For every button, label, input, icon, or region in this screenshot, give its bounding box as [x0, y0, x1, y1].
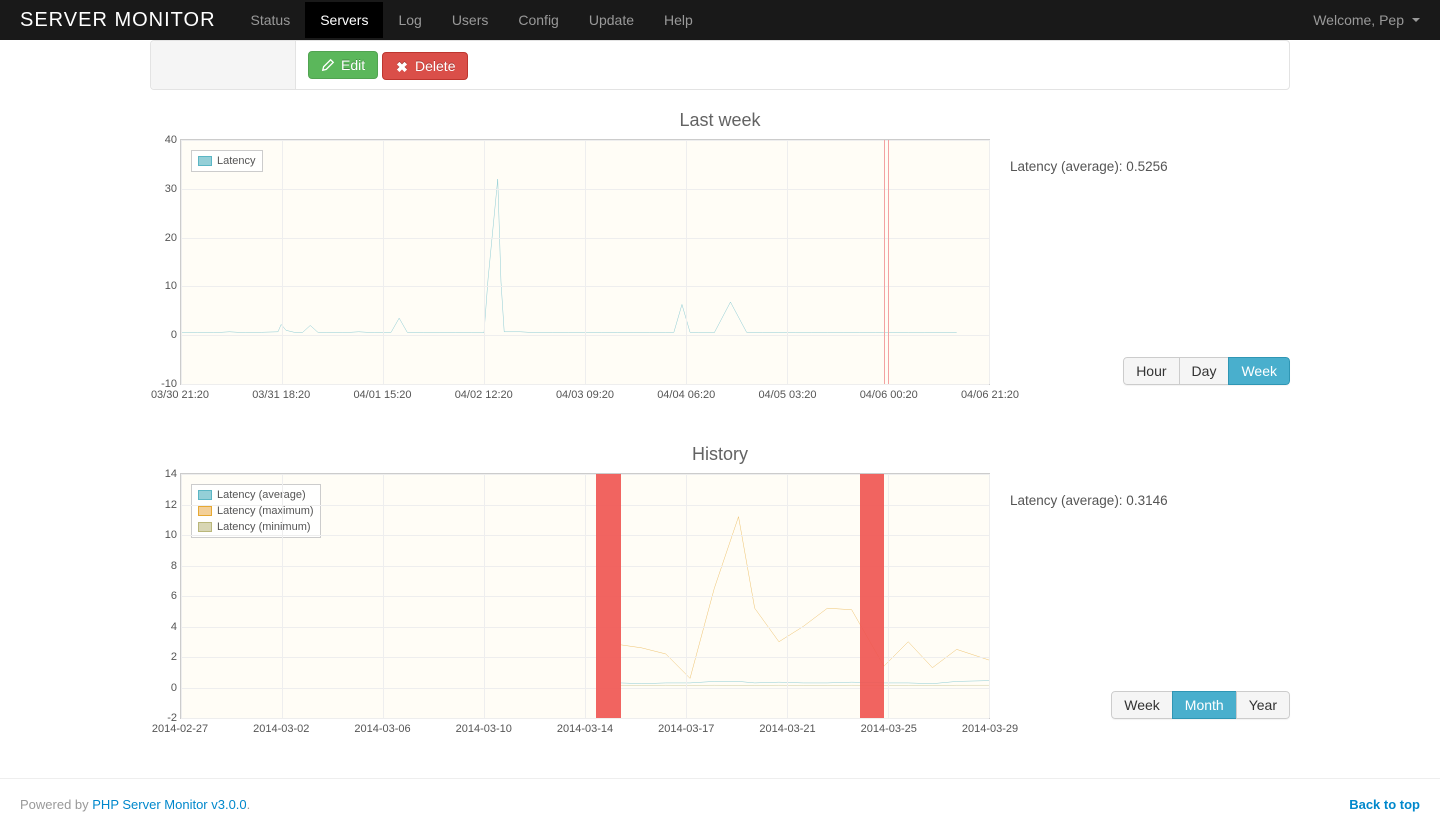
nav-item-status[interactable]: Status — [236, 2, 306, 38]
nav-item-users[interactable]: Users — [437, 2, 504, 38]
well-buttons: Edit ✖ Delete — [296, 41, 1289, 89]
week-chart: Last week -10010203040 Latency 03/30 21:… — [150, 110, 1290, 419]
navbar-left: SERVER MONITOR StatusServersLogUsersConf… — [20, 2, 708, 38]
nav-item-help[interactable]: Help — [649, 2, 708, 38]
range-hour[interactable]: Hour — [1123, 357, 1179, 385]
welcome-text: Welcome, Pep — [1313, 12, 1404, 28]
nav-item-update[interactable]: Update — [574, 2, 649, 38]
nav-items: StatusServersLogUsersConfigUpdateHelp — [236, 2, 708, 38]
range-month[interactable]: Month — [1172, 691, 1237, 719]
edit-button[interactable]: Edit — [308, 51, 378, 79]
nav-item-servers[interactable]: Servers — [305, 2, 383, 38]
range-week[interactable]: Week — [1111, 691, 1173, 719]
week-y-axis: -10010203040 — [153, 140, 181, 384]
week-x-axis: 03/30 21:2003/31 18:2004/01 15:2004/02 1… — [180, 389, 990, 405]
nav-item-log[interactable]: Log — [383, 2, 436, 38]
range-week[interactable]: Week — [1228, 357, 1290, 385]
week-chart-title: Last week — [150, 110, 1290, 131]
caret-icon — [1412, 18, 1420, 22]
delete-icon: ✖ — [395, 59, 409, 73]
history-latency-average: Latency (average): 0.3146 — [1010, 493, 1290, 508]
footer: Powered by PHP Server Monitor v3.0.0. Ba… — [0, 778, 1440, 830]
navbar: SERVER MONITOR StatusServersLogUsersConf… — [0, 0, 1440, 40]
edit-label: Edit — [341, 57, 365, 73]
user-menu[interactable]: Welcome, Pep — [1313, 12, 1420, 28]
history-range-group: WeekMonthYear — [1111, 691, 1290, 719]
main-container: Edit ✖ Delete Last week -10010203040 Lat… — [130, 40, 1310, 753]
history-x-axis: 2014-02-272014-03-022014-03-062014-03-10… — [180, 723, 990, 739]
nav-item-config[interactable]: Config — [503, 2, 573, 38]
history-chart-title: History — [150, 444, 1290, 465]
brand[interactable]: SERVER MONITOR — [20, 9, 216, 32]
history-chart: History -202468101214 Latency (average) … — [150, 444, 1290, 753]
history-plot-area[interactable]: -202468101214 Latency (average) Latency … — [180, 473, 990, 719]
edit-icon — [321, 58, 335, 72]
week-latency-average: Latency (average): 0.5256 — [1010, 159, 1290, 174]
history-y-axis: -202468101214 — [153, 474, 181, 718]
week-plot-area[interactable]: -10010203040 Latency — [180, 139, 990, 385]
well-left-spacer — [151, 41, 296, 89]
range-day[interactable]: Day — [1179, 357, 1230, 385]
delete-label: Delete — [415, 58, 455, 74]
action-well: Edit ✖ Delete — [150, 40, 1290, 90]
week-range-group: HourDayWeek — [1123, 357, 1290, 385]
delete-button[interactable]: ✖ Delete — [382, 52, 468, 80]
range-year[interactable]: Year — [1236, 691, 1290, 719]
